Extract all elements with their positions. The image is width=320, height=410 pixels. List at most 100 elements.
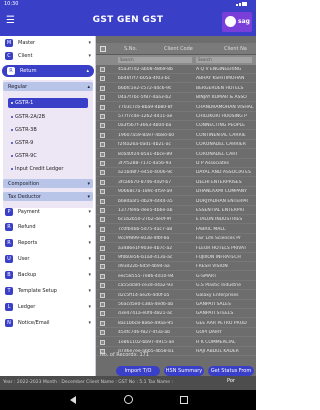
submenu-item-input-credit-ledger[interactable]: Input Credit Ledger [8,164,88,174]
home-icon[interactable] [124,395,133,404]
table-row[interactable]: 1377fe9a-dee5-4b6e-ab ESSENTIAL ENTERPRI [96,206,256,215]
table-row[interactable]: 9cc9f899-e038-4fbf-8a Fair Life Sciences … [96,234,256,244]
row-checkbox[interactable] [100,170,105,176]
sidebar-item-return[interactable]: R Return ▴ [2,65,94,77]
get-status-button[interactable]: Get Status From Por [208,366,254,384]
month-value: December [61,380,85,385]
table-row[interactable]: 7c0fb46b-5d75-4ac7-a8 FABRIC MALL [96,225,256,234]
row-checkbox[interactable] [100,123,105,129]
cell-client-name: ABHAY KSHITIMOHAN [196,76,245,82]
hsn-summary-button[interactable]: HSN Summary [164,366,204,376]
sidebar-item-client[interactable]: C Client ▾ [0,50,96,62]
table-row[interactable]: b6bfc1e2-c572-44c6-9c BERGERUEN HOTELS [96,84,256,93]
submenu-regular[interactable]: Regular ▴ [3,82,93,91]
row-checkbox[interactable] [100,104,105,110]
table-row[interactable]: 6c1b2b50-27b2-4e0f-9f ETALON INDUSTRIES [96,215,256,225]
table-row[interactable]: 45a3f7d2-ab08-4869-8b A Q V ENGINEERING [96,65,256,74]
table-row[interactable]: 1e861102-bb97-4915-ae H K COMMERCIAL [96,338,256,347]
row-checkbox[interactable] [100,320,105,326]
table-row[interactable]: 577f7c4e-1262-4411-ae CHILUKURI HOUSING P [96,112,256,121]
submenu-item-gstr9[interactable]: GSTR-9 [8,138,88,148]
row-checkbox[interactable] [100,330,105,336]
table-row[interactable]: a3486e1f-903e-4b7c-a2 FLEUR HOTELS PRIVAT [96,244,256,253]
records-count: No. of Records: 171 [100,352,149,358]
submenu-item-gstr3b[interactable]: GSTR-3B [8,125,88,135]
row-checkbox[interactable] [100,161,105,166]
sidebar-item-master[interactable]: M Master ▾ [0,37,96,49]
client-code-filter-input[interactable]: Search [118,57,192,63]
row-checkbox[interactable] [100,208,105,213]
sidebar-item-refund[interactable]: R Refund ▾ [0,221,96,233]
sidebar-item-template-setup[interactable]: T Template Setup ▾ [0,285,96,297]
table-row[interactable]: 7703c7c6-8ba9-4b80-8f CHANDRAMOHAN VISHAL [96,103,256,112]
row-checkbox[interactable] [100,189,105,195]
row-checkbox[interactable] [100,273,105,279]
table-row[interactable]: d93d22b-6d5f-4b94-aa FRESH VISION [96,262,256,272]
table-row[interactable]: 8cb40f24-85a1-4bce-89 CORONADEL CART [96,150,256,159]
notice-icon: N [5,319,13,327]
row-checkbox[interactable] [100,302,105,307]
status-time: 10:30 [4,1,19,7]
sidebar-item-reports[interactable]: R Reports ▾ [0,237,96,249]
sidebar-item-user[interactable]: U User ▾ [0,253,96,265]
column-client-name[interactable]: Client Na [224,46,247,52]
import-to-button[interactable]: Import T/O [116,366,160,376]
table-row[interactable]: 3fca6670-8746-4d2f-b7 DELHI ENTERPRISES [96,178,256,187]
row-checkbox[interactable] [100,114,105,119]
client-name-filter-input[interactable]: Search [196,57,252,63]
table-row[interactable]: 3f7f5288-717c-4a56-93 D P Associates [96,159,256,168]
select-all-checkbox[interactable] [100,46,106,52]
table-row[interactable]: ca55dc8d-ce3d-44a2-93 G.S Plastic Industr… [96,281,256,291]
row-checkbox[interactable] [100,67,105,72]
column-client-code[interactable]: Client Code [164,46,193,52]
row-checkbox[interactable] [100,76,105,82]
table-row[interactable]: 90668c7a-189c-4f59-a9 DHANLAXMI COMPANY [96,187,256,197]
submenu-composition[interactable]: Composition ▾ [3,179,93,188]
row-checkbox[interactable] [100,132,105,138]
cell-client-name: FUJIXON INFRATECH [196,255,241,260]
chevron-down-icon: ▾ [88,304,91,310]
submenu-item-gstr9c[interactable]: GSTR-9C [8,151,88,161]
sidebar-item-ledger[interactable]: L Ledger ▾ [0,301,96,313]
row-checkbox[interactable] [100,245,105,251]
table-row[interactable]: d2c5ff14-ae26-4d0f-a5 Galaxy Enterprises [96,291,256,300]
sidebar-item-backup[interactable]: B Backup ▾ [0,269,96,281]
table-row[interactable]: a21bd8f7-e450-4006-9c DAYAL AND ASSOCIATE… [96,168,256,178]
sidebar-item-payment[interactable]: P Payment ▾ [0,206,96,218]
row-checkbox[interactable] [100,283,105,289]
row-checkbox[interactable] [100,226,105,232]
submenu-item-gstr1[interactable]: GSTR-1 [8,98,88,108]
table-row[interactable]: f2f4a26a-0ad1-4b21-ac CORONADEL CARRIER [96,140,256,150]
table-row[interactable]: d3e4741a-e0f4-4821-ac GANPATI STEELS [96,309,256,319]
table-row[interactable]: 0a3f567f-3663-4b04-ba CONNECTING PEOPLE [96,121,256,131]
row-checkbox[interactable] [100,142,105,148]
table-row[interactable]: bb46f7f7-b05a-4f03-bc ABHAY KSHITIMOHAN [96,74,256,84]
recent-apps-icon[interactable] [180,396,188,404]
row-checkbox[interactable] [100,311,105,317]
table-row[interactable]: b68daaf1-db29-4444-a5 DURJYADHAN ENTERPR [96,197,256,206]
back-icon[interactable] [70,396,76,404]
row-checkbox[interactable] [100,198,105,204]
user-menu-button[interactable]: sag [222,12,252,32]
submenu-item-gstr2a2b[interactable]: GSTR-2A/2B [8,112,88,122]
table-row[interactable]: 9f0b0e56-b1ad-413a-ac FUJIXON INFRATECH [96,253,256,262]
row-checkbox[interactable] [100,85,105,91]
row-checkbox[interactable] [100,95,105,101]
sidebar-item-notice-email[interactable]: N Notice/Email ▾ [0,317,96,329]
table-row[interactable]: eec58555-7e86-4d10-94 G-SMART [96,272,256,281]
row-checkbox[interactable] [100,179,105,185]
row-checkbox[interactable] [100,217,105,223]
table-row[interactable]: 04a7f7bc-5f87-4aa3-b2 BINJAY KUMAR & ASSO [96,93,256,103]
row-checkbox[interactable] [100,236,105,242]
row-checkbox[interactable] [100,264,105,270]
row-checkbox[interactable] [100,339,105,345]
submenu-tax-deductor[interactable]: Tax Deductor ▾ [3,192,93,201]
table-row[interactable]: 8ac1b6c8-8a6e-49aa-95 GEE AAR PETRO PROD [96,319,256,328]
row-checkbox[interactable] [100,292,105,298]
table-row[interactable]: 45dfc7d6-f827-4f3a-ab GOPI DAIRY [96,328,256,338]
row-checkbox[interactable] [100,151,105,157]
table-row[interactable]: 56acd5e0-c38a-4ed6-ab GANPATI SALES [96,300,256,309]
row-checkbox[interactable] [100,255,105,260]
column-sno[interactable]: S.No. [124,46,137,52]
table-row[interactable]: 19607a59-8a97-4b8d-b0 CONTINENTAL CARRIE [96,131,256,140]
